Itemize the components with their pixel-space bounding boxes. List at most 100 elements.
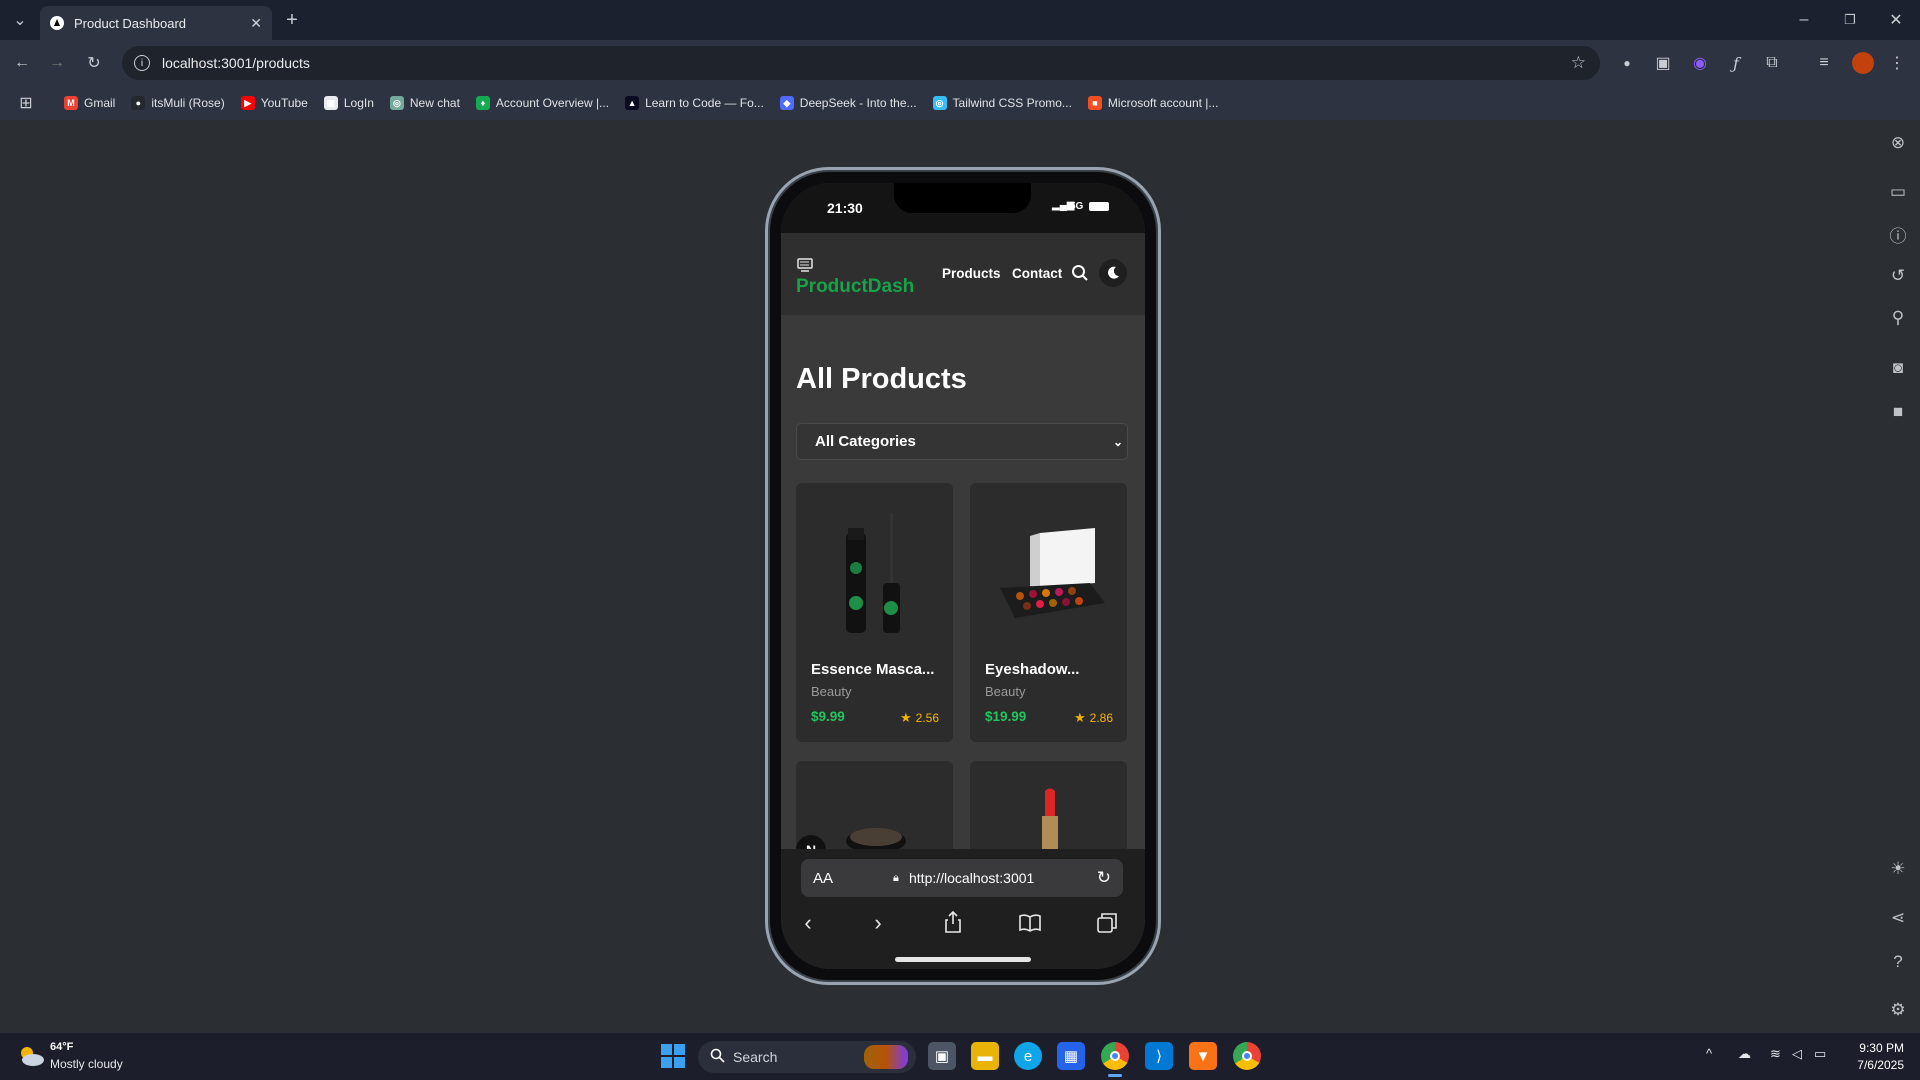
apps-grid-icon[interactable]: ⊞ (14, 91, 38, 115)
chrome-profile-icon[interactable] (1233, 1042, 1261, 1070)
browser-menu-icon[interactable]: ⋮ (1885, 51, 1909, 75)
bookmark-item[interactable]: ● itsMuli (Rose) (131, 96, 225, 110)
extension-2-icon[interactable]: ▣ (1651, 51, 1675, 75)
bookmark-item[interactable]: ▶ YouTube (240, 96, 308, 110)
tray-expand-icon[interactable]: ^ (1706, 1046, 1712, 1061)
forward-icon[interactable]: → (45, 51, 69, 75)
bookmark-item[interactable]: ◎ Tailwind CSS Promo... (932, 96, 1072, 110)
restore-icon[interactable]: ❐ (1838, 8, 1862, 32)
wifi-icon[interactable]: ≋ (1770, 1046, 1781, 1062)
edge-icon[interactable]: e (1014, 1042, 1042, 1070)
help-icon[interactable]: ? (1886, 950, 1910, 974)
onedrive-icon[interactable]: ☁ (1738, 1046, 1751, 1062)
browser-tab-bar: ⌄ Product Dashboard ✕ + – ❐ ✕ (0, 0, 1920, 40)
search-icon (710, 1048, 725, 1066)
bookmark-item[interactable]: M Gmail (64, 96, 115, 110)
extension-1-icon[interactable]: ● (1615, 51, 1639, 75)
safari-back-icon[interactable]: ‹ (795, 910, 821, 936)
safari-share-icon[interactable] (940, 909, 966, 935)
safari-bookmarks-icon[interactable] (1017, 910, 1043, 936)
site-info-icon[interactable]: i (134, 55, 150, 71)
file-explorer-icon[interactable]: ▬ (971, 1042, 999, 1070)
tab-product-dashboard[interactable]: Product Dashboard ✕ (40, 6, 272, 40)
window-close-icon[interactable]: ✕ (1884, 8, 1908, 32)
bookmark-label: New chat (409, 96, 460, 110)
product-rating: ★ 2.56 (900, 710, 939, 726)
product-card[interactable]: Essence Masca... Beauty $9.99 ★ 2.56 (796, 483, 953, 742)
info-icon[interactable]: ⓘ (1886, 222, 1910, 246)
product-name: Eyeshadow... (985, 661, 1080, 678)
taskbar-search[interactable]: Search (698, 1041, 916, 1073)
text-size-button[interactable]: AA (813, 870, 833, 887)
record-icon[interactable]: ■ (1886, 400, 1910, 424)
rotate-icon[interactable]: ↺ (1886, 264, 1910, 288)
search-icon[interactable] (1071, 264, 1089, 282)
profile-avatar[interactable] (1852, 52, 1874, 74)
store-icon[interactable]: ▦ (1057, 1042, 1085, 1070)
battery-icon (1089, 202, 1109, 211)
clock-time[interactable]: 9:30 PM (1848, 1041, 1904, 1055)
product-name: Essence Masca... (811, 661, 935, 678)
lock-icon: 🔒︎ (893, 871, 899, 884)
search-highlight-icon (864, 1045, 908, 1069)
brand-name[interactable]: ProductDash (796, 276, 914, 298)
bookmark-item[interactable]: ◆ DeepSeek - Into the... (779, 96, 917, 110)
battery-icon[interactable]: ▭ (1814, 1046, 1826, 1062)
status-time: 21:30 (827, 200, 863, 216)
back-icon[interactable]: ← (10, 51, 34, 75)
settings-gear-icon[interactable]: ⚙ (1886, 998, 1910, 1022)
bookmark-item[interactable]: ♦ Account Overview |... (475, 96, 609, 110)
bookmark-item[interactable]: ◎ New chat (389, 96, 460, 110)
product-card[interactable]: Eyeshadow... Beauty $19.99 ★ 2.86 (970, 483, 1127, 742)
active-app-indicator (1108, 1074, 1122, 1077)
new-tab-icon[interactable]: + (280, 8, 304, 32)
device-icon[interactable]: ▭ (1886, 180, 1910, 204)
brave-icon[interactable]: ▼ (1189, 1042, 1217, 1070)
zoom-icon[interactable]: ⚲ (1886, 306, 1910, 330)
volume-icon[interactable]: ◁ (1792, 1046, 1802, 1062)
tab-search-chevron-icon[interactable]: ⌄ (8, 8, 32, 32)
safari-tabs-icon[interactable] (1094, 910, 1120, 936)
bookmark-favicon-icon: M (64, 96, 78, 110)
theme-toggle-button[interactable] (1099, 259, 1127, 287)
media-control-icon[interactable]: ≡ (1812, 51, 1836, 75)
bookmark-favicon-icon: ♦ (475, 96, 490, 110)
bookmarks-bar: ⊞ M Gmail ● itsMuli (Rose) ▶ YouTube ▣ LogIn ◎ Ne… (0, 86, 1920, 120)
nav-contact-link[interactable]: Contact (1012, 266, 1062, 281)
address-bar[interactable]: i localhost:3001/products ☆ (122, 46, 1600, 80)
bookmark-item[interactable]: ▲ Learn to Code — Fo... (625, 96, 764, 110)
bookmark-item[interactable]: ▣ LogIn (323, 96, 374, 110)
minimize-icon[interactable]: – (1792, 8, 1816, 32)
windows-start-icon[interactable] (660, 1043, 686, 1069)
bookmark-label: YouTube (260, 96, 308, 110)
star-icon: ★ (899, 710, 912, 725)
clock-date[interactable]: 7/6/2025 (1838, 1058, 1904, 1072)
brightness-icon[interactable]: ☀ (1886, 857, 1910, 881)
safari-url-text: http://localhost:3001 (909, 870, 1035, 886)
tab-close-icon[interactable]: ✕ (250, 15, 262, 32)
bookmark-label: itsMuli (Rose) (151, 96, 225, 110)
nav-products-link[interactable]: Products (942, 266, 1001, 281)
product-category: Beauty (985, 684, 1026, 699)
close-emulator-icon[interactable]: ⊗ (1886, 131, 1910, 155)
safari-reload-icon[interactable]: ↻ (1097, 868, 1111, 888)
extension-3-icon[interactable]: ◉ (1688, 51, 1712, 75)
share-icon[interactable]: ⋖ (1886, 906, 1910, 930)
bookmark-item[interactable]: ■ Microsoft account |... (1087, 96, 1218, 110)
reload-icon[interactable]: ↻ (82, 51, 106, 75)
category-select[interactable]: All Categories ⌄ (796, 423, 1128, 460)
chrome-icon[interactable] (1101, 1042, 1129, 1070)
safari-url-bar[interactable]: AA 🔒︎ http://localhost:3001 ↻ (801, 859, 1123, 897)
safari-forward-icon[interactable]: › (865, 910, 891, 936)
vscode-icon[interactable]: ⟩ (1145, 1042, 1173, 1070)
screenshot-icon[interactable]: ◙ (1886, 356, 1910, 380)
bookmark-favicon-icon: ◎ (932, 96, 947, 110)
logo-icon (797, 257, 815, 273)
windows-taskbar (0, 1032, 1920, 1080)
task-view-icon[interactable]: ▣ (928, 1042, 956, 1070)
extensions-puzzle-icon[interactable]: ⧉ (1760, 51, 1784, 75)
extension-fx-icon[interactable]: ƒ (1724, 51, 1748, 75)
bookmark-favicon-icon: ■ (1087, 96, 1102, 110)
rating-value: 2.86 (1089, 711, 1113, 725)
bookmark-star-icon[interactable]: ☆ (1571, 53, 1586, 73)
